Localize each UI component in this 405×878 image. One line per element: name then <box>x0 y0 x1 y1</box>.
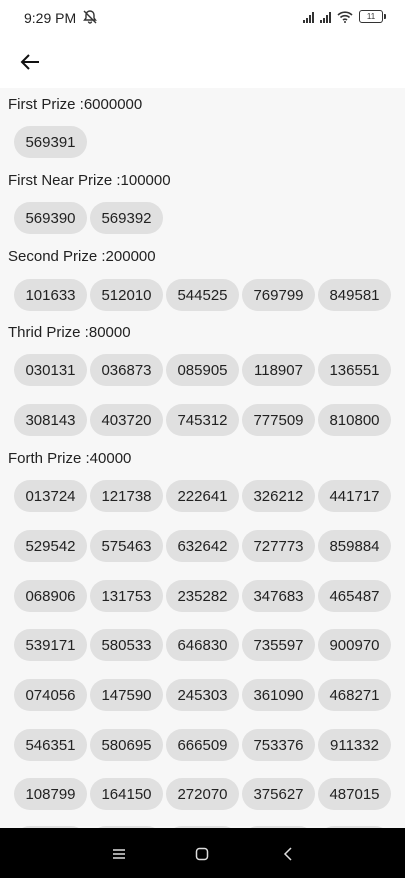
number-chip[interactable]: 164150 <box>90 778 163 810</box>
battery-level: 11 <box>366 12 376 21</box>
number-chip[interactable]: 403720 <box>90 404 163 436</box>
number-chip[interactable]: 646830 <box>166 629 239 661</box>
number-chip[interactable]: 777509 <box>242 404 315 436</box>
number-chip[interactable]: 487015 <box>318 778 391 810</box>
number-chip[interactable]: 118907 <box>242 354 315 386</box>
number-chip[interactable]: 030131 <box>14 354 87 386</box>
section-title-first-prize: First Prize :6000000 <box>8 96 143 113</box>
number-chip[interactable]: 074056 <box>14 679 87 711</box>
number-chip[interactable]: 911332 <box>318 729 391 761</box>
number-chip[interactable]: 580533 <box>90 629 163 661</box>
number-chip[interactable]: 375627 <box>242 778 315 810</box>
number-chip[interactable]: 529542 <box>14 530 87 562</box>
number-chip[interactable]: 512010 <box>90 279 163 311</box>
nav-menu-button[interactable] <box>108 843 130 865</box>
number-chip[interactable]: 810800 <box>318 404 391 436</box>
number-chip[interactable]: 222641 <box>166 480 239 512</box>
number-chip[interactable]: 546351 <box>14 729 87 761</box>
wifi-icon <box>337 10 353 23</box>
number-chip[interactable]: 539171 <box>14 629 87 661</box>
status-bar: 9:29 PM 11 <box>0 0 405 38</box>
number-chip[interactable]: 235282 <box>166 580 239 612</box>
number-chip[interactable]: 575463 <box>90 530 163 562</box>
number-chip[interactable]: 727773 <box>242 530 315 562</box>
number-chip[interactable]: 085905 <box>166 354 239 386</box>
number-chip[interactable]: 131753 <box>90 580 163 612</box>
number-chip[interactable]: 580695 <box>90 729 163 761</box>
nav-back-button[interactable] <box>277 843 299 865</box>
back-button[interactable] <box>14 46 46 78</box>
section-title-forth-prize: Forth Prize :40000 <box>8 450 132 467</box>
back-icon <box>283 847 292 861</box>
number-chip[interactable]: 735597 <box>242 629 315 661</box>
home-icon <box>195 847 209 861</box>
number-chip[interactable]: 036873 <box>90 354 163 386</box>
number-chip[interactable]: 108799 <box>14 778 87 810</box>
number-chip[interactable]: 900970 <box>318 629 391 661</box>
number-chip[interactable]: 632642 <box>166 530 239 562</box>
number-chip[interactable]: 136551 <box>318 354 391 386</box>
mute-icon <box>83 10 97 24</box>
number-chip[interactable]: 753376 <box>242 729 315 761</box>
nav-home-button[interactable] <box>191 843 213 865</box>
number-chip[interactable]: 569390 <box>14 202 87 234</box>
number-chip[interactable]: 308143 <box>14 404 87 436</box>
number-chip[interactable]: 666509 <box>166 729 239 761</box>
app-bar <box>0 38 405 88</box>
number-chip[interactable]: 465487 <box>318 580 391 612</box>
section-title-first-near-prize: First Near Prize :100000 <box>8 172 171 189</box>
number-chip[interactable]: 544525 <box>166 279 239 311</box>
number-chip[interactable]: 569392 <box>90 202 163 234</box>
number-chip[interactable]: 101633 <box>14 279 87 311</box>
system-nav-bar <box>0 828 405 878</box>
section-title-third-prize: Thrid Prize :80000 <box>8 324 131 341</box>
signal-icon <box>320 11 331 23</box>
number-chip[interactable]: 147590 <box>90 679 163 711</box>
number-chip[interactable]: 745312 <box>166 404 239 436</box>
number-chip[interactable]: 849581 <box>318 279 391 311</box>
number-chip[interactable]: 068906 <box>14 580 87 612</box>
arrow-left-icon <box>20 54 39 70</box>
signal-icon <box>303 11 314 23</box>
number-chip[interactable]: 326212 <box>242 480 315 512</box>
number-chip[interactable]: 013724 <box>14 480 87 512</box>
status-time: 9:29 PM <box>24 10 77 26</box>
battery-icon: 11 <box>359 10 386 23</box>
number-chip[interactable]: 468271 <box>318 679 391 711</box>
number-chip[interactable]: 272070 <box>166 778 239 810</box>
number-chip[interactable]: 769799 <box>242 279 315 311</box>
menu-icon <box>113 849 125 859</box>
number-chip[interactable]: 121738 <box>90 480 163 512</box>
number-chip[interactable]: 245303 <box>166 679 239 711</box>
number-chip[interactable]: 441717 <box>318 480 391 512</box>
number-chip[interactable]: 859884 <box>318 530 391 562</box>
number-chip[interactable]: 347683 <box>242 580 315 612</box>
section-title-second-prize: Second Prize :200000 <box>8 248 156 265</box>
number-chip[interactable]: 569391 <box>14 126 87 158</box>
number-chip[interactable]: 361090 <box>242 679 315 711</box>
prize-list[interactable]: First Prize :6000000 569391 First Near P… <box>0 88 405 828</box>
